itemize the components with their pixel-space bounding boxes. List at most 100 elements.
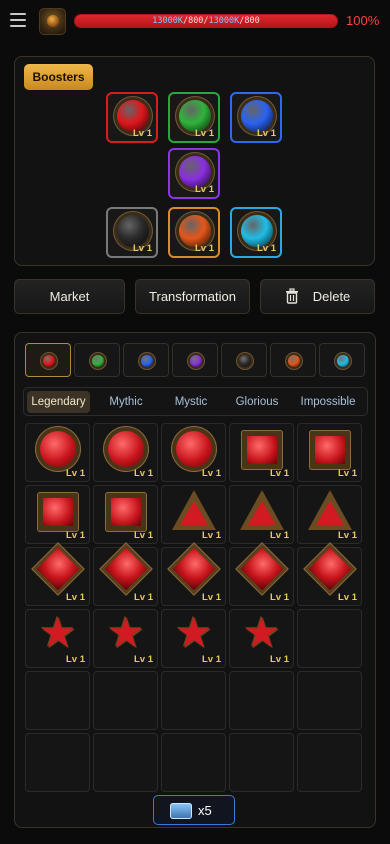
empty-slot[interactable] (161, 733, 226, 792)
level-label: Lv 1 (65, 530, 85, 541)
triangle-gem-icon (172, 490, 216, 530)
level-label: Lv 1 (256, 128, 276, 139)
empty-slot[interactable] (297, 671, 362, 730)
level-label: Lv 1 (337, 592, 357, 603)
rarity-tab-impossible[interactable]: Impossible (294, 391, 362, 413)
booster-slot[interactable]: Lv 1 (106, 207, 158, 258)
gem-slot[interactable]: Lv 1 (161, 423, 226, 482)
empty-slot[interactable] (297, 733, 362, 792)
empty-slot[interactable] (297, 609, 362, 668)
diamond-gem-icon (240, 547, 284, 591)
triangle-gem-icon (240, 490, 284, 530)
gem-color-tab[interactable] (270, 343, 316, 377)
orb-gem-icon (176, 431, 212, 467)
level-label: Lv 1 (201, 468, 221, 479)
empty-slot[interactable] (25, 733, 90, 792)
gem-slot[interactable]: Lv 1 (297, 423, 362, 482)
rarity-tab-mythic[interactable]: Mythic (96, 391, 156, 413)
level-label: Lv 1 (133, 592, 153, 603)
gem-icon (190, 355, 202, 367)
gem-slot[interactable]: Lv 1 (161, 547, 226, 606)
transformation-button[interactable]: Transformation (135, 279, 250, 314)
market-button[interactable]: Market (14, 279, 125, 314)
top-bar: 13000K/800/13000K/800 100% (0, 0, 390, 42)
empty-slot[interactable] (93, 733, 158, 792)
gem-color-tab[interactable] (123, 343, 169, 377)
gem-color-tab[interactable] (74, 343, 120, 377)
square-gem-icon (105, 492, 147, 532)
gem-slot[interactable]: Lv 1 (297, 547, 362, 606)
level-label: Lv 1 (269, 530, 289, 541)
helmet-icon[interactable] (39, 8, 66, 35)
chest-button[interactable]: x5 (153, 795, 235, 825)
rarity-tab-glorious[interactable]: Glorious (226, 391, 288, 413)
star-gem-icon: ★ (107, 609, 145, 656)
gem-slot[interactable]: Lv 1 (93, 485, 158, 544)
level-label: Lv 1 (201, 530, 221, 541)
gem-color-tab[interactable] (319, 343, 365, 377)
gem-slot[interactable]: Lv 1 (25, 485, 90, 544)
gem-slot[interactable]: ★ Lv 1 (229, 609, 294, 668)
gem-slot[interactable]: Lv 1 (161, 485, 226, 544)
empty-slot[interactable] (229, 671, 294, 730)
booster-slot[interactable]: Lv 1 (168, 148, 220, 199)
level-label: Lv 1 (201, 654, 221, 665)
level-label: Lv 1 (256, 243, 276, 254)
gem-icon (43, 355, 55, 367)
empty-slot[interactable] (93, 671, 158, 730)
booster-slot[interactable]: Lv 1 (230, 207, 282, 258)
gem-icon (92, 355, 104, 367)
level-label: Lv 1 (337, 530, 357, 541)
delete-button[interactable]: Delete (260, 279, 375, 314)
diamond-gem-icon (104, 547, 148, 591)
gem-slot[interactable]: Lv 1 (297, 485, 362, 544)
gem-icon (141, 355, 153, 367)
hamburger-icon[interactable] (10, 13, 26, 27)
chest-count: x5 (198, 803, 212, 818)
hp-bar: 13000K/800/13000K/800 (74, 14, 338, 28)
boosters-button[interactable]: Boosters (24, 64, 93, 90)
gem-slot[interactable]: ★ Lv 1 (25, 609, 90, 668)
gem-slot[interactable]: Lv 1 (229, 485, 294, 544)
booster-slot[interactable]: Lv 1 (230, 92, 282, 143)
level-label: Lv 1 (337, 468, 357, 479)
star-gem-icon: ★ (175, 609, 213, 656)
empty-slot[interactable] (25, 671, 90, 730)
gem-color-tab[interactable] (172, 343, 218, 377)
level-label: Lv 1 (132, 243, 152, 254)
gem-icon (239, 355, 251, 367)
booster-slot[interactable]: Lv 1 (106, 92, 158, 143)
gem-slot[interactable]: Lv 1 (25, 423, 90, 482)
star-gem-icon: ★ (243, 609, 281, 656)
diamond-gem-icon (36, 547, 80, 591)
gem-slot[interactable]: Lv 1 (25, 547, 90, 606)
square-gem-icon (37, 492, 79, 532)
booster-slot[interactable]: Lv 1 (168, 207, 220, 258)
empty-slot[interactable] (161, 671, 226, 730)
square-gem-icon (309, 430, 351, 470)
level-label: Lv 1 (194, 128, 214, 139)
level-label: Lv 1 (65, 654, 85, 665)
diamond-gem-icon (172, 547, 216, 591)
level-label: Lv 1 (133, 468, 153, 479)
gem-color-tab[interactable] (221, 343, 267, 377)
level-label: Lv 1 (194, 243, 214, 254)
level-label: Lv 1 (132, 128, 152, 139)
gem-slot[interactable]: Lv 1 (229, 547, 294, 606)
gem-slot[interactable]: ★ Lv 1 (93, 609, 158, 668)
booster-slot[interactable]: Lv 1 (168, 92, 220, 143)
level-label: Lv 1 (269, 654, 289, 665)
gem-color-tab[interactable] (25, 343, 71, 377)
trash-icon (285, 288, 298, 304)
rarity-tab-legendary[interactable]: Legendary (27, 391, 90, 413)
square-gem-icon (241, 430, 283, 470)
level-label: Lv 1 (65, 468, 85, 479)
gem-slot[interactable]: ★ Lv 1 (161, 609, 226, 668)
empty-slot[interactable] (229, 733, 294, 792)
rarity-tab-mystic[interactable]: Mystic (162, 391, 220, 413)
gem-icon (288, 355, 300, 367)
gem-slot[interactable]: Lv 1 (93, 547, 158, 606)
level-label: Lv 1 (133, 530, 153, 541)
gem-slot[interactable]: Lv 1 (229, 423, 294, 482)
gem-slot[interactable]: Lv 1 (93, 423, 158, 482)
